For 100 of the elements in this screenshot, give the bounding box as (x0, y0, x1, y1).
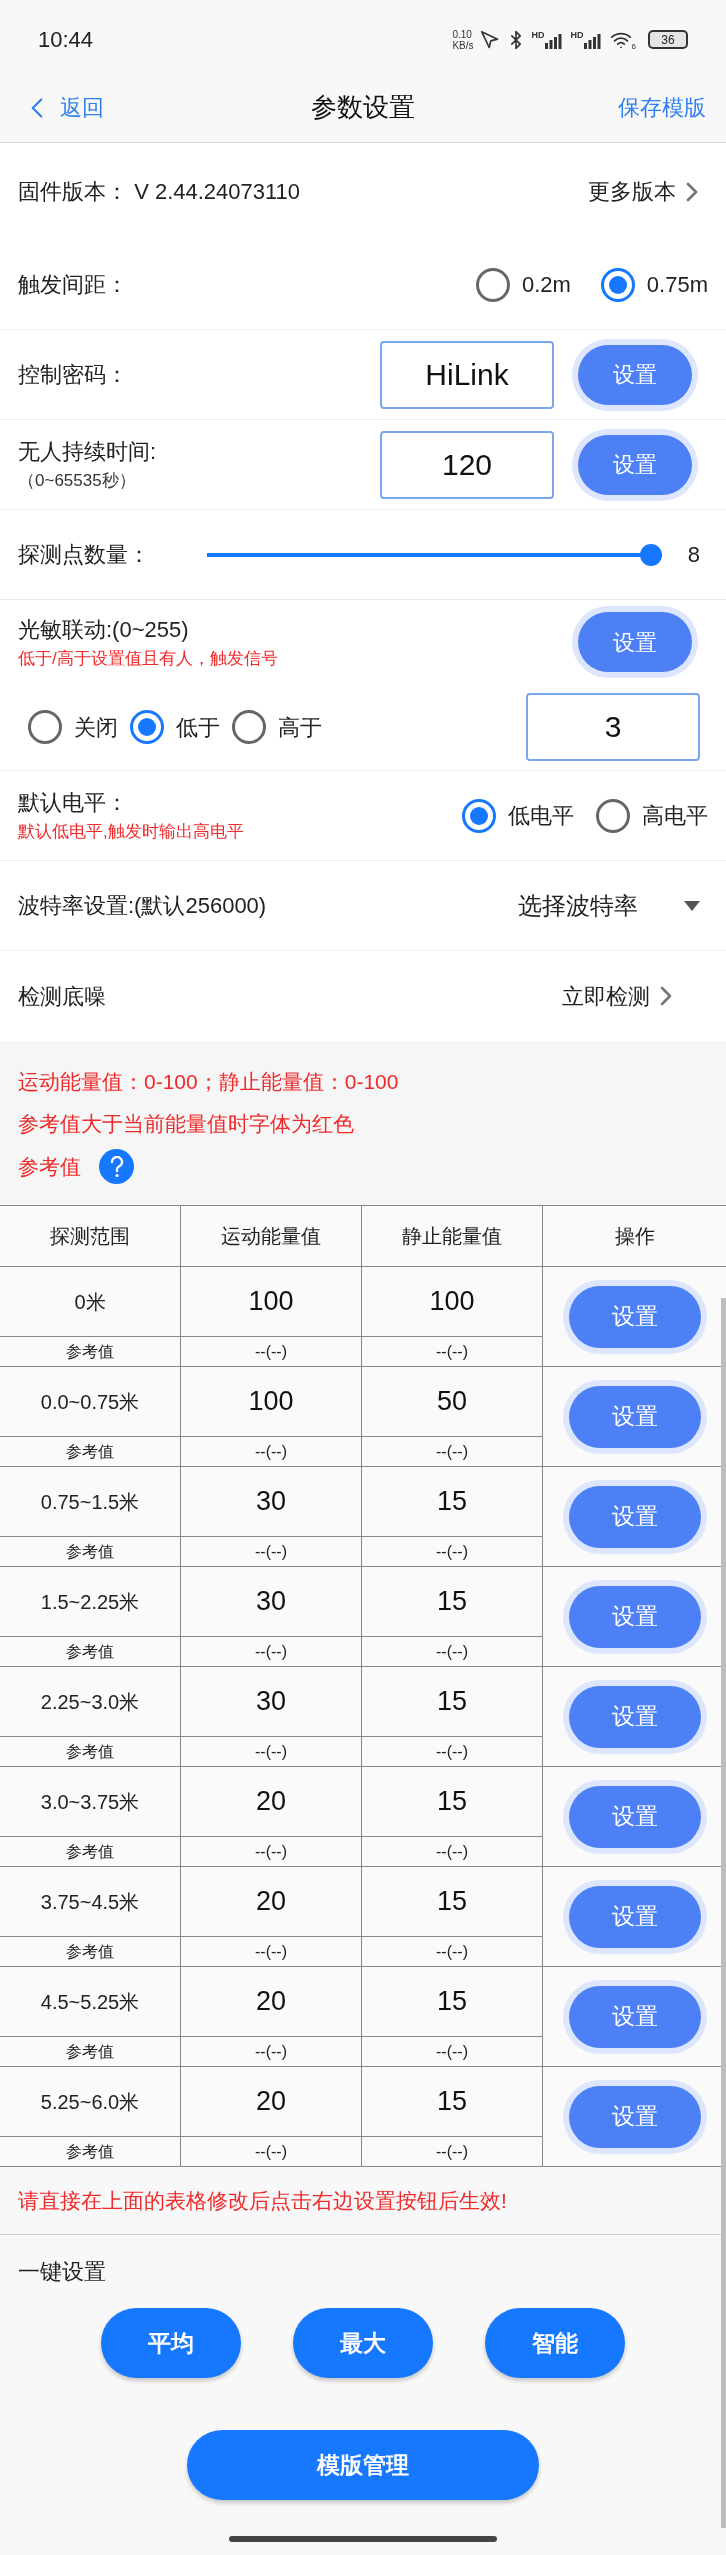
field-label: 探测点数量： (18, 541, 151, 569)
reference-cell: 参考值 (0, 2037, 181, 2066)
baud-rate-dropdown[interactable]: 选择波特率 (518, 887, 700, 924)
radio-option[interactable]: 低电平 (462, 798, 574, 833)
field-label: 无人持续时间: (18, 438, 157, 467)
reference-cell: --(--) (181, 2037, 362, 2066)
radio-button[interactable] (596, 798, 630, 833)
dropdown-caret-icon (684, 900, 700, 911)
range-hint: （0~65535秒） (18, 470, 137, 493)
back-button[interactable]: 返回 (20, 90, 140, 125)
field-label: 默认电平： (18, 789, 129, 818)
reference-cell: --(--) (362, 1837, 543, 1866)
field-label: 触发间距： (18, 271, 128, 299)
preset-button[interactable]: 最大 (293, 2308, 433, 2378)
preset-button[interactable]: 智能 (485, 2308, 625, 2378)
radio-option[interactable]: 0.2m (475, 267, 571, 302)
radio-option[interactable]: 低于 (130, 710, 220, 744)
reference-cell: --(--) (362, 1637, 543, 1666)
radio-option[interactable]: 0.75m (600, 267, 708, 302)
slider-value: 8 (686, 541, 700, 569)
reference-cell: --(--) (362, 1537, 543, 1566)
signal-label: HD (531, 30, 545, 40)
reference-cell: --(--) (181, 1837, 362, 1866)
motion-energy-field[interactable]: 20 (181, 1967, 362, 2037)
reference-cell: --(--) (181, 1437, 362, 1466)
field-label: 光敏联动:(0~255) (18, 615, 190, 644)
reference-cell: --(--) (362, 2037, 543, 2066)
static-energy-field[interactable]: 15 (362, 1767, 543, 1837)
reference-cell: --(--) (181, 1537, 362, 1566)
detect-now-link[interactable]: 立即检测 (562, 979, 682, 1013)
reference-cell: --(--) (181, 2137, 362, 2166)
firmware-label: 固件版本： V 2.44.24073110 (18, 178, 301, 206)
static-energy-field[interactable]: 50 (362, 1367, 543, 1437)
reference-cell: 参考值 (0, 1437, 181, 1466)
static-energy-field[interactable]: 15 (362, 1867, 543, 1937)
motion-energy-field[interactable]: 30 (181, 1567, 362, 1637)
radio-button[interactable] (232, 710, 266, 744)
reference-cell: --(--) (181, 1937, 362, 1966)
reference-cell: 参考值 (0, 1637, 181, 1666)
reference-cell: 参考值 (0, 1737, 181, 1766)
energy-note: 运动能量值：0-100；静止能量值：0-100 (18, 1069, 400, 1095)
location-icon (479, 29, 500, 50)
static-energy-field[interactable]: 15 (362, 1567, 543, 1637)
motion-energy-field[interactable]: 30 (181, 1467, 362, 1537)
reference-cell: --(--) (362, 1437, 543, 1466)
radio-button[interactable] (28, 710, 62, 744)
reference-cell: 参考值 (0, 1337, 181, 1366)
motion-energy-field[interactable]: 20 (181, 2067, 362, 2137)
reference-cell: --(--) (362, 1737, 543, 1766)
radio-option[interactable]: 高于 (232, 710, 322, 744)
radio-button[interactable] (475, 267, 510, 302)
section-title: 一键设置 (18, 2259, 106, 2284)
motion-energy-field[interactable]: 30 (181, 1667, 362, 1737)
save-template-link[interactable]: 保存模版 (586, 91, 706, 124)
static-energy-field[interactable]: 15 (362, 1667, 543, 1737)
motion-energy-field[interactable]: 100 (181, 1267, 362, 1337)
reference-cell: --(--) (362, 1937, 543, 1966)
radio-option[interactable]: 关闭 (28, 710, 118, 744)
column-header: 探测范围 (0, 1206, 181, 1266)
reference-cell: --(--) (362, 1337, 543, 1366)
motion-energy-field[interactable]: 20 (181, 1767, 362, 1837)
reference-cell: 参考值 (0, 2137, 181, 2166)
motion-energy-field[interactable]: 100 (181, 1367, 362, 1437)
preset-button[interactable]: 平均 (101, 2308, 241, 2378)
motion-energy-field[interactable]: 20 (181, 1867, 362, 1937)
radio-option[interactable]: 高电平 (596, 798, 708, 833)
column-header: 运动能量值 (181, 1206, 362, 1266)
reference-cell: --(--) (362, 2137, 543, 2166)
static-energy-field[interactable]: 100 (362, 1267, 543, 1337)
status-time: 10:44 (38, 26, 94, 54)
field-label: 控制密码： (18, 361, 128, 389)
battery-icon: 36 (648, 30, 688, 49)
static-energy-field[interactable]: 15 (362, 1467, 543, 1537)
radio-button[interactable] (600, 267, 635, 302)
reference-cell: 参考值 (0, 1837, 181, 1866)
more-versions-link[interactable]: 更多版本 (588, 175, 708, 208)
reference-label: 参考值 (18, 1153, 81, 1180)
warning-note: 默认低电平,触发时输出高电平 (18, 821, 244, 844)
light-threshold-field[interactable]: 3 (526, 693, 700, 761)
column-header: 操作 (613, 1224, 656, 1249)
reference-cell: --(--) (181, 1737, 362, 1766)
reference-cell: --(--) (181, 1337, 362, 1366)
slider-thumb[interactable] (640, 543, 662, 566)
password-field[interactable]: HiLink (380, 340, 554, 409)
duration-field[interactable]: 120 (380, 430, 554, 499)
page-title: 参数设置 (311, 91, 415, 124)
reference-cell: --(--) (181, 1637, 362, 1666)
static-energy-field[interactable]: 15 (362, 2067, 543, 2137)
template-management-button[interactable]: 模版管理 (187, 2430, 539, 2500)
warning-note: 低于/高于设置值且有人，触发信号 (18, 647, 278, 670)
reference-cell: 参考值 (0, 1537, 181, 1566)
instruction-note: 请直接在上面的表格修改后点击右边设置按钮后生效! (18, 2187, 507, 2214)
energy-note: 参考值大于当前能量值时字体为红色 (18, 1110, 355, 1137)
radio-button[interactable] (462, 798, 496, 833)
help-icon[interactable] (99, 1149, 134, 1184)
radio-button[interactable] (130, 710, 164, 744)
static-energy-field[interactable]: 15 (362, 1967, 543, 2037)
field-label: 波特率设置:(默认256000) (18, 892, 267, 920)
network-speed: 0.10 KB/s (452, 28, 474, 51)
field-label: 检测底噪 (18, 982, 106, 1011)
